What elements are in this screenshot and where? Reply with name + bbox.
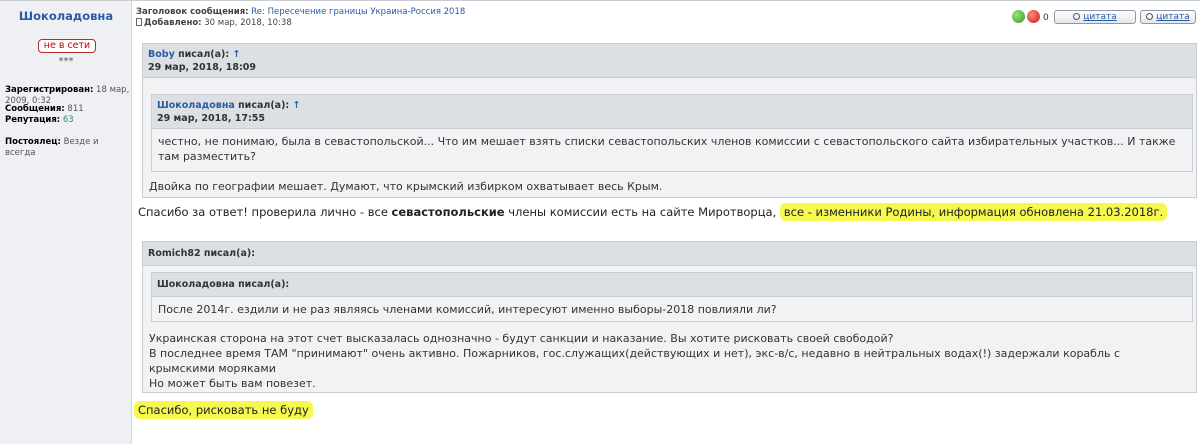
vote-down-icon[interactable]: [1027, 10, 1040, 23]
document-icon: [136, 18, 142, 26]
messages-info: Сообщения: 811: [5, 104, 130, 115]
quote-2-line: Но может быть вам повезет.: [149, 377, 316, 390]
added-line: Добавлено: 30 мар, 2018, 10:38: [136, 18, 836, 29]
nested-quote-date: 29 мар, 2018, 17:55: [157, 113, 266, 124]
quote-2-line: Украинская сторона на этот счет высказал…: [149, 332, 894, 345]
added-value: 30 мар, 2018, 10:38: [204, 18, 292, 28]
quote-block-romich: Romich82 писал(а): Шоколадовна писал(а):…: [142, 241, 1197, 393]
reply-1-bold: севастопольские: [391, 205, 505, 219]
quote-text: Двойка по географии мешает. Думают, что …: [149, 180, 663, 193]
post-header: Заголовок сообщения: Re: Пересечение гра…: [136, 7, 836, 29]
status-badge: не в сети: [38, 39, 96, 53]
magnifier-icon: [1073, 13, 1081, 20]
registered-label: Зарегистрирован:: [5, 85, 94, 95]
reply-2-highlight: Спасибо, рисковать не буду: [134, 401, 313, 419]
quote-2-header: Romich82 писал(а):: [143, 242, 1196, 266]
quote-author-link[interactable]: Boby: [148, 49, 175, 60]
reply-1-highlight: все - изменники Родины, информация обнов…: [779, 203, 1168, 221]
messages-label: Сообщения:: [5, 104, 65, 114]
reply-text-2: Спасибо, рисковать не буду: [134, 401, 313, 419]
nested-quote-header: Шоколадовна писал(а): ↑ 29 мар, 2018, 17…: [152, 95, 1192, 129]
subject-link[interactable]: Re: Пересечение границы Украина-Россия 2…: [251, 7, 465, 17]
reply-text-1: Спасибо за ответ! проверила лично - все …: [138, 203, 1198, 221]
vote-up-icon[interactable]: [1012, 10, 1025, 23]
quote-header: Boby писал(а): ↑ 29 мар, 2018, 18:09: [143, 44, 1196, 78]
quote-2-line: В последнее время ТАМ "принимают" очень …: [149, 347, 1121, 375]
reputation-info: Репутация: 63: [5, 115, 130, 126]
quote-button[interactable]: цитата: [1054, 10, 1136, 24]
reply-1-part-1: Спасибо за ответ! проверила лично - все: [138, 205, 388, 219]
added-label: Добавлено:: [144, 18, 202, 28]
nested-quote-author-link[interactable]: Шоколадовна: [157, 100, 235, 111]
subject-label: Заголовок сообщения:: [136, 7, 249, 17]
quote-button-2[interactable]: цитата: [1140, 10, 1196, 24]
nested-quote-wrote: писал(а):: [238, 100, 290, 111]
reputation-label: Репутация:: [5, 115, 61, 125]
nested-quote-2-block: Шоколадовна писал(а): После 2014г. ездил…: [151, 272, 1193, 322]
quote-button-label: цитата: [1083, 12, 1117, 22]
vote-count: 0: [1043, 13, 1049, 23]
quote-button-2-label: цитата: [1156, 12, 1190, 22]
resident-info: Постоялец: Везде и всегда: [5, 137, 130, 159]
messages-value: 811: [67, 104, 84, 114]
forum-post: Шоколадовна не в сети *** Зарегистрирова…: [0, 0, 1200, 444]
quote-wrote: писал(а):: [178, 49, 230, 60]
magnifier-icon: [1146, 13, 1154, 20]
reputation-value[interactable]: 63: [63, 115, 74, 125]
quote-2-text: Украинская сторона на этот счет высказал…: [143, 326, 1183, 396]
subject-line: Заголовок сообщения: Re: Пересечение гра…: [136, 7, 836, 18]
nested-quote-2-header: Шоколадовна писал(а):: [152, 273, 1192, 297]
nested-quote-2-text: После 2014г. ездили и не раз являясь чле…: [158, 303, 777, 316]
quote-block-boby: Boby писал(а): ↑ 29 мар, 2018, 18:09 Шок…: [142, 43, 1197, 198]
author-panel: Шоколадовна не в сети *** Зарегистрирова…: [0, 1, 132, 444]
nested-quote-block: Шоколадовна писал(а): ↑ 29 мар, 2018, 17…: [151, 94, 1193, 172]
quote-date: 29 мар, 2018, 18:09: [148, 62, 257, 73]
author-name[interactable]: Шоколадовна: [0, 9, 132, 23]
nested-quote-text: честно, не понимаю, была в севастопольск…: [158, 135, 1176, 163]
author-rank: ***: [58, 56, 74, 67]
resident-label: Постоялец:: [5, 137, 61, 147]
nested-quote-arrow-icon[interactable]: ↑: [293, 100, 301, 111]
quote-arrow-icon[interactable]: ↑: [233, 49, 241, 60]
post-actions: 0 цитата цитата: [1012, 9, 1196, 27]
reply-1-part-2: члены комиссии есть на сайте Миротворца,: [508, 205, 777, 219]
